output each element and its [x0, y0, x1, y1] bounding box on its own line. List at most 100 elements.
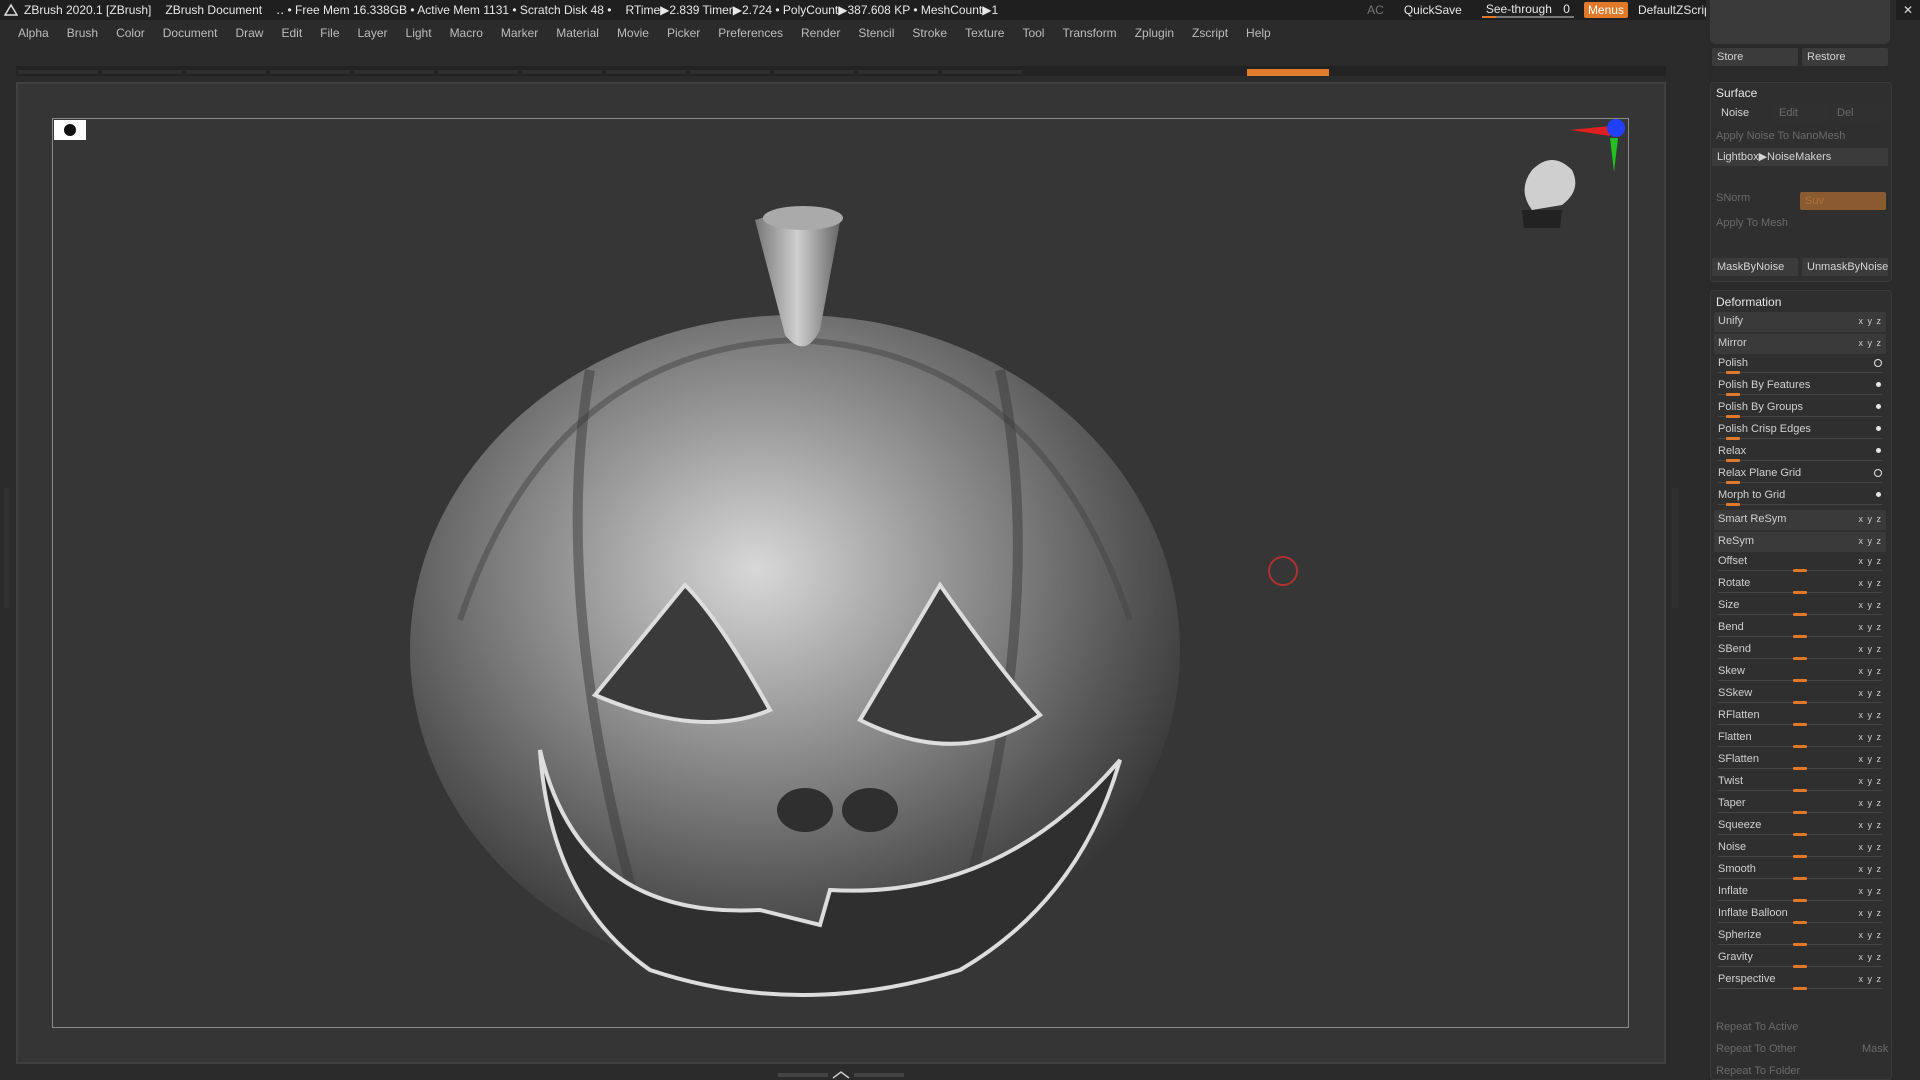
xyz-axis-icon[interactable]: x y z: [1858, 864, 1882, 874]
unify-button[interactable]: Unify x y z: [1714, 312, 1886, 332]
menu-alpha[interactable]: Alpha: [18, 26, 49, 40]
polish-mode-icon[interactable]: [1876, 426, 1881, 431]
xyz-axis-icon[interactable]: x y z: [1858, 930, 1882, 940]
tool-thumbnail-strip[interactable]: [1710, 0, 1890, 44]
shelf-segment[interactable]: [354, 70, 434, 74]
xyz-axis-icon[interactable]: x y z: [1858, 710, 1882, 720]
menu-file[interactable]: File: [320, 26, 339, 40]
polish-mode-icon[interactable]: [1876, 448, 1881, 453]
xyz-axis-icon[interactable]: x y z: [1858, 820, 1882, 830]
polish-slider-3[interactable]: Polish Crisp Edges: [1714, 420, 1886, 440]
menu-texture[interactable]: Texture: [965, 26, 1004, 40]
xyz-axis-icon[interactable]: x y z: [1858, 974, 1882, 984]
slider-knob[interactable]: [1725, 459, 1740, 462]
deform-slider-18[interactable]: Gravity x y z: [1714, 948, 1886, 968]
restore-button[interactable]: Restore: [1802, 48, 1888, 66]
slider-knob[interactable]: [1793, 943, 1807, 946]
shelf-segment[interactable]: [18, 70, 98, 74]
slider-track[interactable]: [1718, 460, 1882, 461]
xyz-axis-icon[interactable]: x y z: [1858, 952, 1882, 962]
repeat-to-active-button[interactable]: Repeat To Active: [1716, 1021, 1798, 1033]
xyz-axis-icon[interactable]: x y z: [1858, 776, 1882, 786]
slider-track[interactable]: [1718, 372, 1882, 373]
quicksave-button[interactable]: QuickSave: [1404, 3, 1462, 17]
menu-document[interactable]: Document: [163, 26, 218, 40]
slider-knob[interactable]: [1725, 437, 1740, 440]
xyz-axis-icon[interactable]: x y z: [1858, 600, 1882, 610]
shelf-segment[interactable]: [102, 70, 182, 74]
menu-stroke[interactable]: Stroke: [912, 26, 947, 40]
menu-zscript[interactable]: Zscript: [1192, 26, 1228, 40]
slider-knob[interactable]: [1725, 393, 1740, 396]
slider-knob[interactable]: [1725, 415, 1740, 418]
shelf-segment[interactable]: [690, 70, 770, 74]
slider-knob[interactable]: [1793, 701, 1807, 704]
slider-knob[interactable]: [1725, 481, 1740, 484]
xyz-axis-icon[interactable]: x y z: [1858, 644, 1882, 654]
deform-slider-12[interactable]: Squeeze x y z: [1714, 816, 1886, 836]
slider-knob[interactable]: [1793, 921, 1807, 924]
repeat-to-folder-button[interactable]: Repeat To Folder: [1716, 1065, 1800, 1077]
deform-slider-7[interactable]: RFlatten x y z: [1714, 706, 1886, 726]
slider-track[interactable]: [1718, 504, 1882, 505]
xyz-axis-icon[interactable]: x y z: [1858, 908, 1882, 918]
menu-edit[interactable]: Edit: [281, 26, 302, 40]
slider-knob[interactable]: [1793, 965, 1807, 968]
left-tray-handle[interactable]: [4, 488, 10, 608]
deform-slider-10[interactable]: Twist x y z: [1714, 772, 1886, 792]
deformation-title[interactable]: Deformation: [1716, 295, 1781, 309]
slider-knob[interactable]: [1793, 987, 1807, 990]
mirror-button[interactable]: Mirror x y z: [1714, 334, 1886, 354]
slider-knob[interactable]: [1793, 745, 1807, 748]
shelf-segment[interactable]: [270, 70, 350, 74]
shelf-segment[interactable]: [438, 70, 518, 74]
shelf-segment[interactable]: [606, 70, 686, 74]
resym-button[interactable]: ReSym x y z: [1714, 532, 1886, 552]
xyz-axis-icon[interactable]: x y z: [1858, 338, 1882, 348]
polish-slider-5[interactable]: Relax Plane Grid: [1714, 464, 1886, 484]
xyz-axis-icon[interactable]: x y z: [1858, 514, 1882, 524]
menu-render[interactable]: Render: [801, 26, 840, 40]
menu-preferences[interactable]: Preferences: [718, 26, 783, 40]
polish-mode-icon[interactable]: [1874, 359, 1882, 367]
deform-slider-6[interactable]: SSkew x y z: [1714, 684, 1886, 704]
slider-track[interactable]: [1718, 482, 1882, 483]
slider-knob[interactable]: [1793, 855, 1807, 858]
deform-slider-16[interactable]: Inflate Balloon x y z: [1714, 904, 1886, 924]
ac-label[interactable]: AC: [1367, 3, 1384, 17]
repeat-to-other-button[interactable]: Repeat To Other: [1716, 1043, 1797, 1055]
xyz-axis-icon[interactable]: x y z: [1858, 754, 1882, 764]
slider-knob[interactable]: [1793, 569, 1807, 572]
snorm-toggle[interactable]: SNorm: [1716, 192, 1750, 204]
menu-transform[interactable]: Transform: [1062, 26, 1116, 40]
slider-knob[interactable]: [1793, 877, 1807, 880]
xyz-axis-icon[interactable]: x y z: [1858, 798, 1882, 808]
menu-zplugin[interactable]: Zplugin: [1135, 26, 1174, 40]
deform-slider-11[interactable]: Taper x y z: [1714, 794, 1886, 814]
shelf-segment[interactable]: [942, 70, 1022, 74]
unmask-by-noise-button[interactable]: UnmaskByNoise: [1802, 258, 1888, 276]
default-zscript-button[interactable]: DefaultZScript: [1638, 3, 1714, 17]
polish-mode-icon[interactable]: [1876, 382, 1881, 387]
polish-mode-icon[interactable]: [1876, 492, 1881, 497]
slider-track[interactable]: [1718, 394, 1882, 395]
mask-by-noise-button[interactable]: MaskByNoise: [1712, 258, 1798, 276]
polish-slider-1[interactable]: Polish By Features: [1714, 376, 1886, 396]
shelf-segment[interactable]: [774, 70, 854, 74]
slider-knob[interactable]: [1793, 613, 1807, 616]
menu-brush[interactable]: Brush: [67, 26, 98, 40]
slider-track[interactable]: [1718, 438, 1882, 439]
menu-color[interactable]: Color: [116, 26, 145, 40]
slider-knob[interactable]: [1725, 503, 1740, 506]
deform-slider-1[interactable]: Rotate x y z: [1714, 574, 1886, 594]
slider-track[interactable]: [1718, 416, 1882, 417]
repeat-mask-toggle[interactable]: Mask: [1862, 1043, 1888, 1055]
deform-slider-9[interactable]: SFlatten x y z: [1714, 750, 1886, 770]
menu-movie[interactable]: Movie: [617, 26, 649, 40]
deform-slider-0[interactable]: Offset x y z: [1714, 552, 1886, 572]
xyz-axis-icon[interactable]: x y z: [1858, 886, 1882, 896]
bottom-tray-handle[interactable]: [778, 1070, 904, 1080]
polish-mode-icon[interactable]: [1874, 469, 1882, 477]
deform-slider-5[interactable]: Skew x y z: [1714, 662, 1886, 682]
slider-knob[interactable]: [1793, 811, 1807, 814]
